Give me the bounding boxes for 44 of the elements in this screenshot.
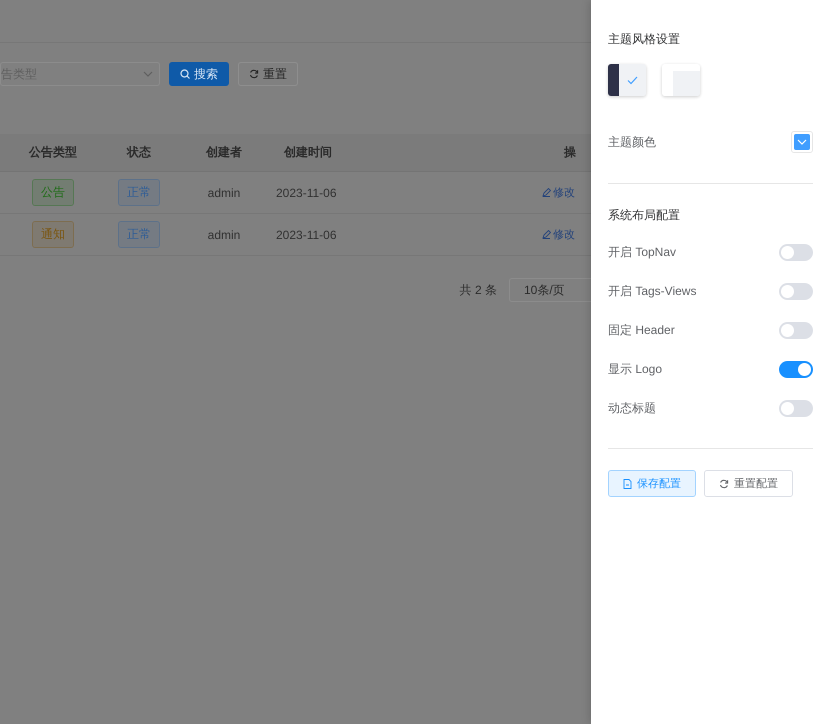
setting-label: 动态标题 [608, 400, 656, 416]
dark-theme-option[interactable] [608, 64, 646, 96]
table-cell: admin [208, 228, 240, 242]
total-count: 共 2 条 [460, 282, 497, 298]
chevron-down-icon [797, 139, 807, 145]
column-header: 公告类型 [29, 144, 77, 161]
reset-config-button[interactable]: 重置配置 [704, 470, 793, 497]
toggle-switch[interactable] [779, 400, 813, 416]
status-tag: 正常 [118, 221, 160, 248]
theme-color-label: 主题颜色 [608, 134, 656, 150]
refresh-icon [719, 478, 729, 488]
column-header: 创建时间 [284, 144, 332, 161]
toggle-switch[interactable] [779, 322, 813, 338]
column-header: 操 [564, 144, 576, 161]
save-config-button[interactable]: 保存配置 [608, 470, 696, 497]
table-cell: 2023-11-06 [276, 186, 336, 200]
toggle-switch[interactable] [779, 244, 813, 260]
pencil-icon [542, 188, 551, 197]
column-header: 状态 [127, 144, 151, 161]
table-cell: 2023-11-06 [276, 228, 336, 242]
reset-button[interactable]: 重置 [238, 62, 298, 86]
document-icon [623, 478, 632, 488]
edit-link[interactable]: 修改 [542, 227, 575, 242]
chevron-down-icon [143, 71, 153, 77]
setting-label: 开启 TopNav [608, 244, 676, 260]
light-theme-option[interactable] [662, 64, 700, 96]
section-title: 主题风格设置 [608, 31, 681, 48]
section-title: 系统布局配置 [608, 207, 681, 224]
check-icon [627, 76, 638, 84]
toggle-switch[interactable] [779, 282, 813, 300]
refresh-icon [249, 69, 259, 79]
edit-link[interactable]: 修改 [542, 185, 575, 200]
table-cell: admin [208, 186, 240, 200]
toggle-switch[interactable] [779, 360, 813, 378]
setting-label: 开启 Tags-Views [608, 282, 696, 300]
type-tag: 公告 [32, 179, 74, 206]
setting-label: 显示 Logo [608, 360, 662, 378]
search-icon [180, 69, 190, 79]
column-header: 创建者 [206, 144, 242, 161]
search-button[interactable]: 搜索 [169, 62, 229, 86]
type-tag: 通知 [32, 221, 74, 248]
setting-label: 固定 Header [608, 322, 675, 338]
status-tag: 正常 [118, 179, 160, 206]
pencil-icon [542, 230, 551, 239]
